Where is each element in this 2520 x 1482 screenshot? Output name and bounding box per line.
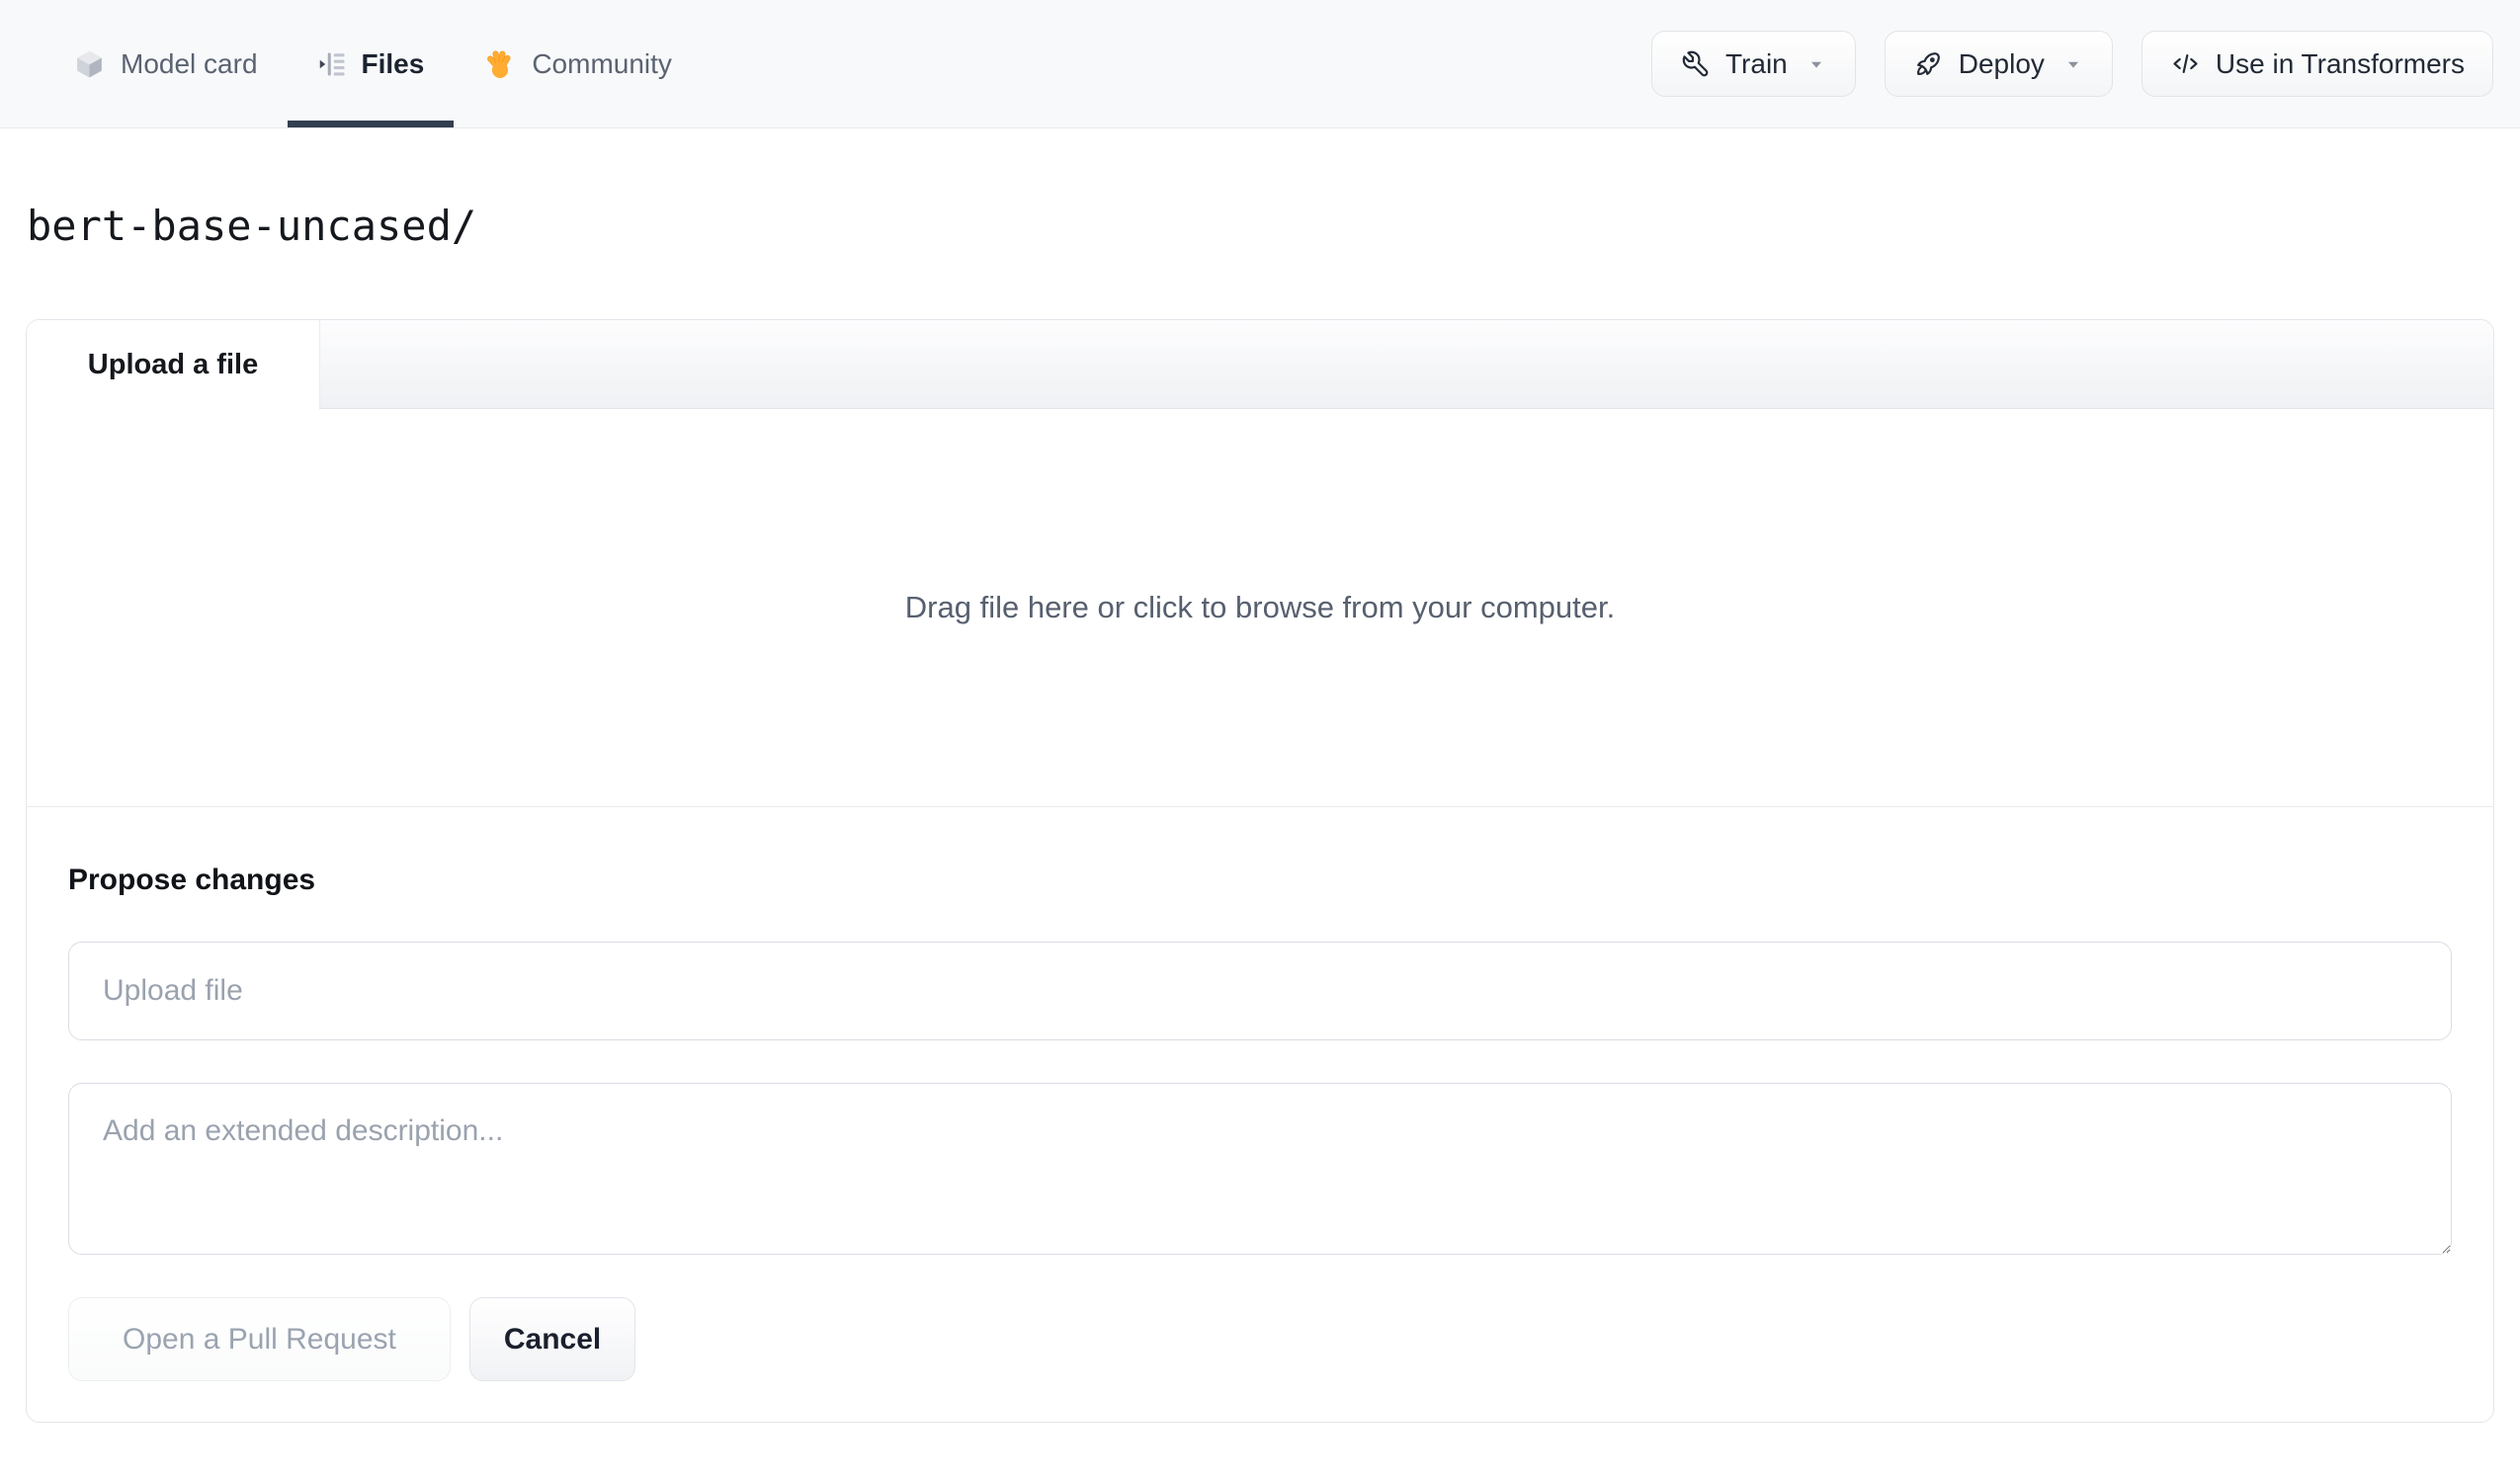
upload-panel-tabbar: Upload a file [27,320,2493,410]
button-label: Deploy [1958,47,2045,79]
tab-model-card[interactable]: Model card [43,0,288,127]
tab-label: Model card [121,47,258,79]
tab-label: Community [532,47,672,79]
cube-icon [73,47,106,80]
open-pull-request-button[interactable]: Open a Pull Request [68,1297,451,1381]
deploy-button[interactable]: Deploy [1884,31,2113,97]
button-label: Train [1724,47,1788,79]
repo-tab-list: Model card Files Community [43,0,702,127]
button-label: Use in Transformers [2215,47,2465,79]
cancel-button[interactable]: Cancel [468,1297,636,1381]
repo-actions: Train Deploy Use in Transformers [1650,0,2493,127]
tab-community[interactable]: Community [454,0,702,127]
train-button[interactable]: Train [1650,31,1856,97]
waving-hand-icon [483,47,517,81]
code-icon [2170,48,2201,79]
propose-actions: Open a Pull Request Cancel [68,1297,2452,1381]
dropzone-hint-text: Drag file here or click to browse from y… [904,590,1616,624]
extended-description-textarea[interactable] [68,1083,2452,1255]
tab-upload-a-file[interactable]: Upload a file [27,320,320,410]
chevron-down-icon [2062,53,2084,75]
breadcrumb-repo-path[interactable]: bert-base-uncased/ [27,202,476,250]
file-dropzone[interactable]: Drag file here or click to browse from y… [27,409,2493,807]
use-in-transformers-button[interactable]: Use in Transformers [2141,31,2493,97]
tab-files[interactable]: Files [287,0,455,127]
repo-nav: Model card Files Community Train Deploy … [0,0,2520,128]
rocket-icon [1913,48,1944,79]
upload-file-input[interactable] [68,942,2452,1040]
propose-changes-heading: Propose changes [68,864,316,896]
chevron-down-icon [1806,53,1827,75]
file-versions-icon [317,49,347,79]
upload-panel: Upload a file Drag file here or click to… [26,319,2494,1423]
wrench-icon [1680,48,1711,79]
tab-label: Files [361,47,425,79]
propose-changes-section: Propose changes Open a Pull Request Canc… [27,807,2493,1422]
breadcrumb: bert-base-uncased/ [27,202,2520,250]
